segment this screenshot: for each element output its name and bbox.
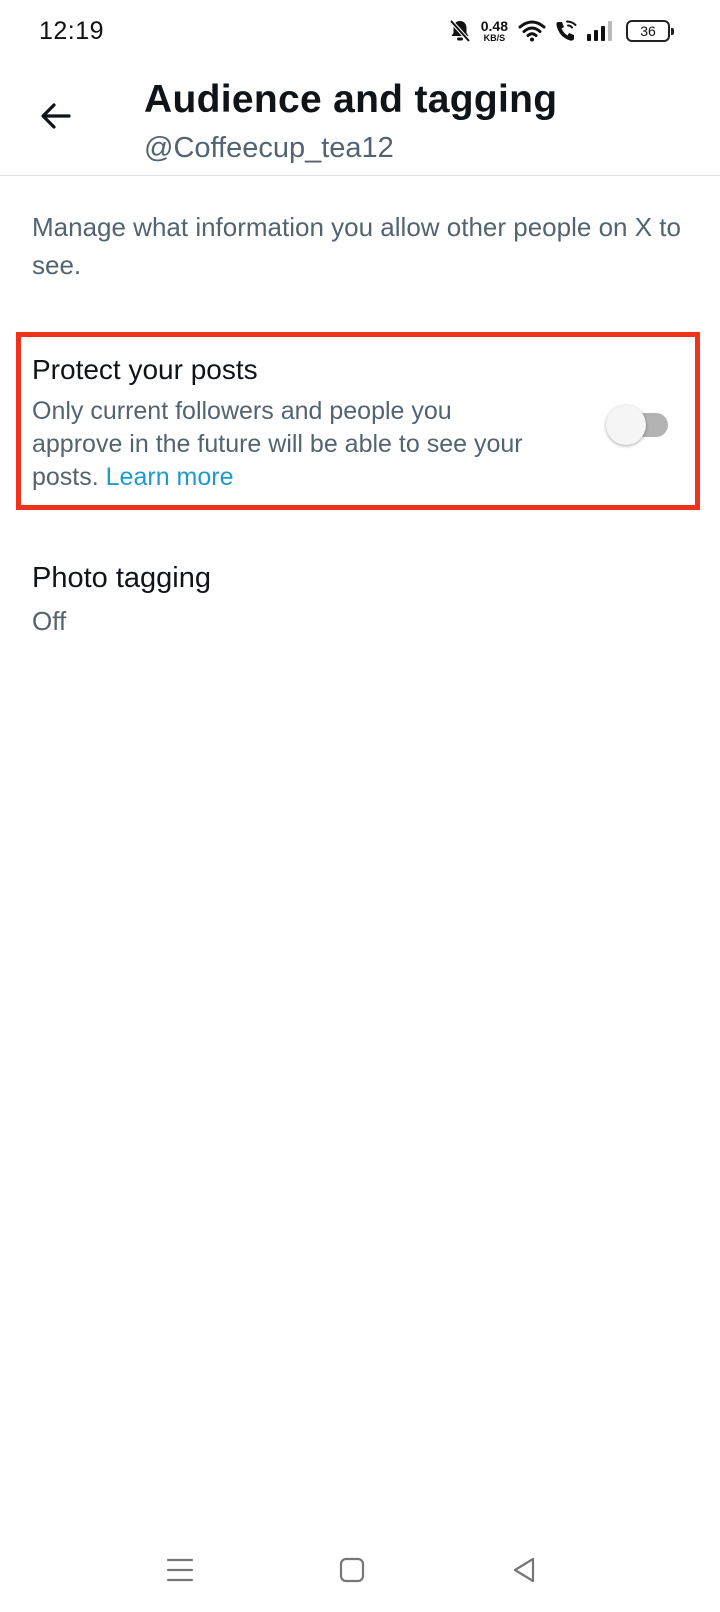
page-title: Audience and tagging [144,78,558,121]
battery-icon: 36 [626,20,674,42]
back-button[interactable] [28,90,84,146]
recent-apps-button[interactable] [156,1548,204,1596]
status-icons: 0.48 KB/S 36 [449,16,674,46]
wifi-icon [518,20,546,42]
photo-tagging-value: Off [32,606,67,636]
network-speed: 0.48 KB/S [481,19,508,43]
protect-posts-description: Only current followers and people you ap… [32,395,532,494]
wifi-calling-icon [554,19,578,43]
home-button[interactable] [328,1548,376,1596]
signal-icon [586,20,614,42]
network-speed-value: 0.48 [480,18,508,34]
photo-tagging-row[interactable]: Photo tagging Off [0,548,720,648]
header: Audience and tagging @Coffeecup_tea12 [0,62,720,176]
mute-bell-icon [449,19,471,43]
toggle-thumb [606,405,646,445]
status-bar: 12:19 0.48 KB/S 36 [0,0,720,62]
photo-tagging-title: Photo tagging [32,562,211,594]
protect-posts-row[interactable]: Protect your posts Only current follower… [21,337,695,505]
status-time: 12:19 [39,17,105,45]
home-square-icon [338,1556,366,1589]
battery-level: 36 [640,23,656,39]
protect-posts-title: Protect your posts [32,354,258,385]
learn-more-link[interactable]: Learn more [106,463,234,491]
arrow-left-icon [38,98,74,139]
account-handle: @Coffeecup_tea12 [144,132,394,164]
screen: 12:19 0.48 KB/S 36 Audience and tagging … [0,0,720,1612]
system-nav-bar [0,1530,720,1612]
system-back-button[interactable] [500,1548,548,1596]
protect-posts-toggle[interactable] [606,405,670,445]
intro-text: Manage what information you allow other … [32,212,681,280]
network-speed-unit: KB/S [483,33,506,43]
menu-icon [166,1557,194,1588]
back-triangle-icon [510,1556,538,1589]
